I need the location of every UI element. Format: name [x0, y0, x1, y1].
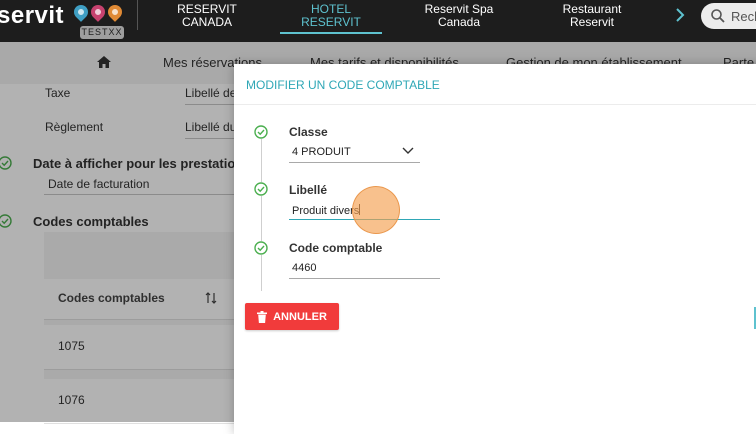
edit-accounting-code-modal: MODIFIER UN CODE COMPTABLE Classe 4 PROD…: [234, 64, 756, 434]
search-box[interactable]: Rech: [701, 3, 756, 29]
nav-tab-line1: Restaurant: [562, 2, 622, 16]
classe-label: Classe: [289, 125, 328, 139]
libelle-input[interactable]: Produit divers: [292, 204, 361, 217]
brand-logo-text[interactable]: servit: [0, 2, 64, 30]
environment-badge: TESTXX: [80, 26, 124, 39]
mouse-cursor-highlight: [352, 186, 400, 234]
nav-tab-hotel-reservit[interactable]: HOTEL RESERVIT: [280, 0, 382, 34]
check-circle-icon: [254, 241, 268, 255]
nav-tab-line1: HOTEL: [310, 2, 351, 16]
trash-icon: [257, 310, 268, 323]
nav-tab-restaurant-reservit[interactable]: Restaurant Reservit: [545, 0, 639, 32]
libelle-label: Libellé: [289, 183, 328, 197]
top-navigation-bar: servit TESTXX RESERVIT CANADA HOTEL RESERV…: [0, 0, 756, 42]
nav-tab-line1: RESERVIT: [177, 2, 237, 16]
nav-tab-reservit-canada[interactable]: RESERVIT CANADA: [160, 0, 254, 32]
cancel-button-label: ANNULER: [273, 310, 327, 323]
location-pin-orange-icon: [105, 2, 125, 22]
code-input[interactable]: 4460: [292, 262, 316, 274]
modal-title: MODIFIER UN CODE COMPTABLE: [246, 78, 440, 92]
code-label: Code comptable: [289, 241, 383, 255]
location-pin-red-icon: [88, 2, 108, 22]
modal-header: MODIFIER UN CODE COMPTABLE: [234, 64, 756, 105]
nav-tab-line2: Canada: [437, 15, 481, 29]
chevron-right-icon[interactable]: [672, 6, 688, 24]
classe-underline: [289, 162, 420, 163]
check-circle-icon: [254, 125, 268, 139]
nav-tab-line2: RESERVIT: [301, 15, 361, 29]
brand-divider: [137, 0, 138, 30]
location-pin-blue-icon: [71, 2, 91, 22]
nav-tab-line1: Reservit Spa: [424, 2, 494, 16]
chevron-down-icon[interactable]: [402, 147, 414, 155]
search-placeholder: Rech: [731, 8, 756, 24]
check-circle-icon: [254, 182, 268, 196]
active-tab-indicator: [280, 32, 382, 34]
code-underline: [289, 278, 440, 279]
libelle-input-value: Produit divers: [292, 205, 360, 217]
nav-tab-reservit-spa-canada[interactable]: Reservit Spa Canada: [412, 0, 506, 32]
stepper-line: [261, 137, 262, 291]
nav-tab-line2: CANADA: [181, 15, 232, 29]
classe-select[interactable]: 4 PRODUIT: [292, 146, 351, 158]
search-icon: [711, 9, 725, 23]
nav-tab-line2: Reservit: [569, 15, 614, 29]
cancel-button[interactable]: ANNULER: [245, 303, 339, 330]
